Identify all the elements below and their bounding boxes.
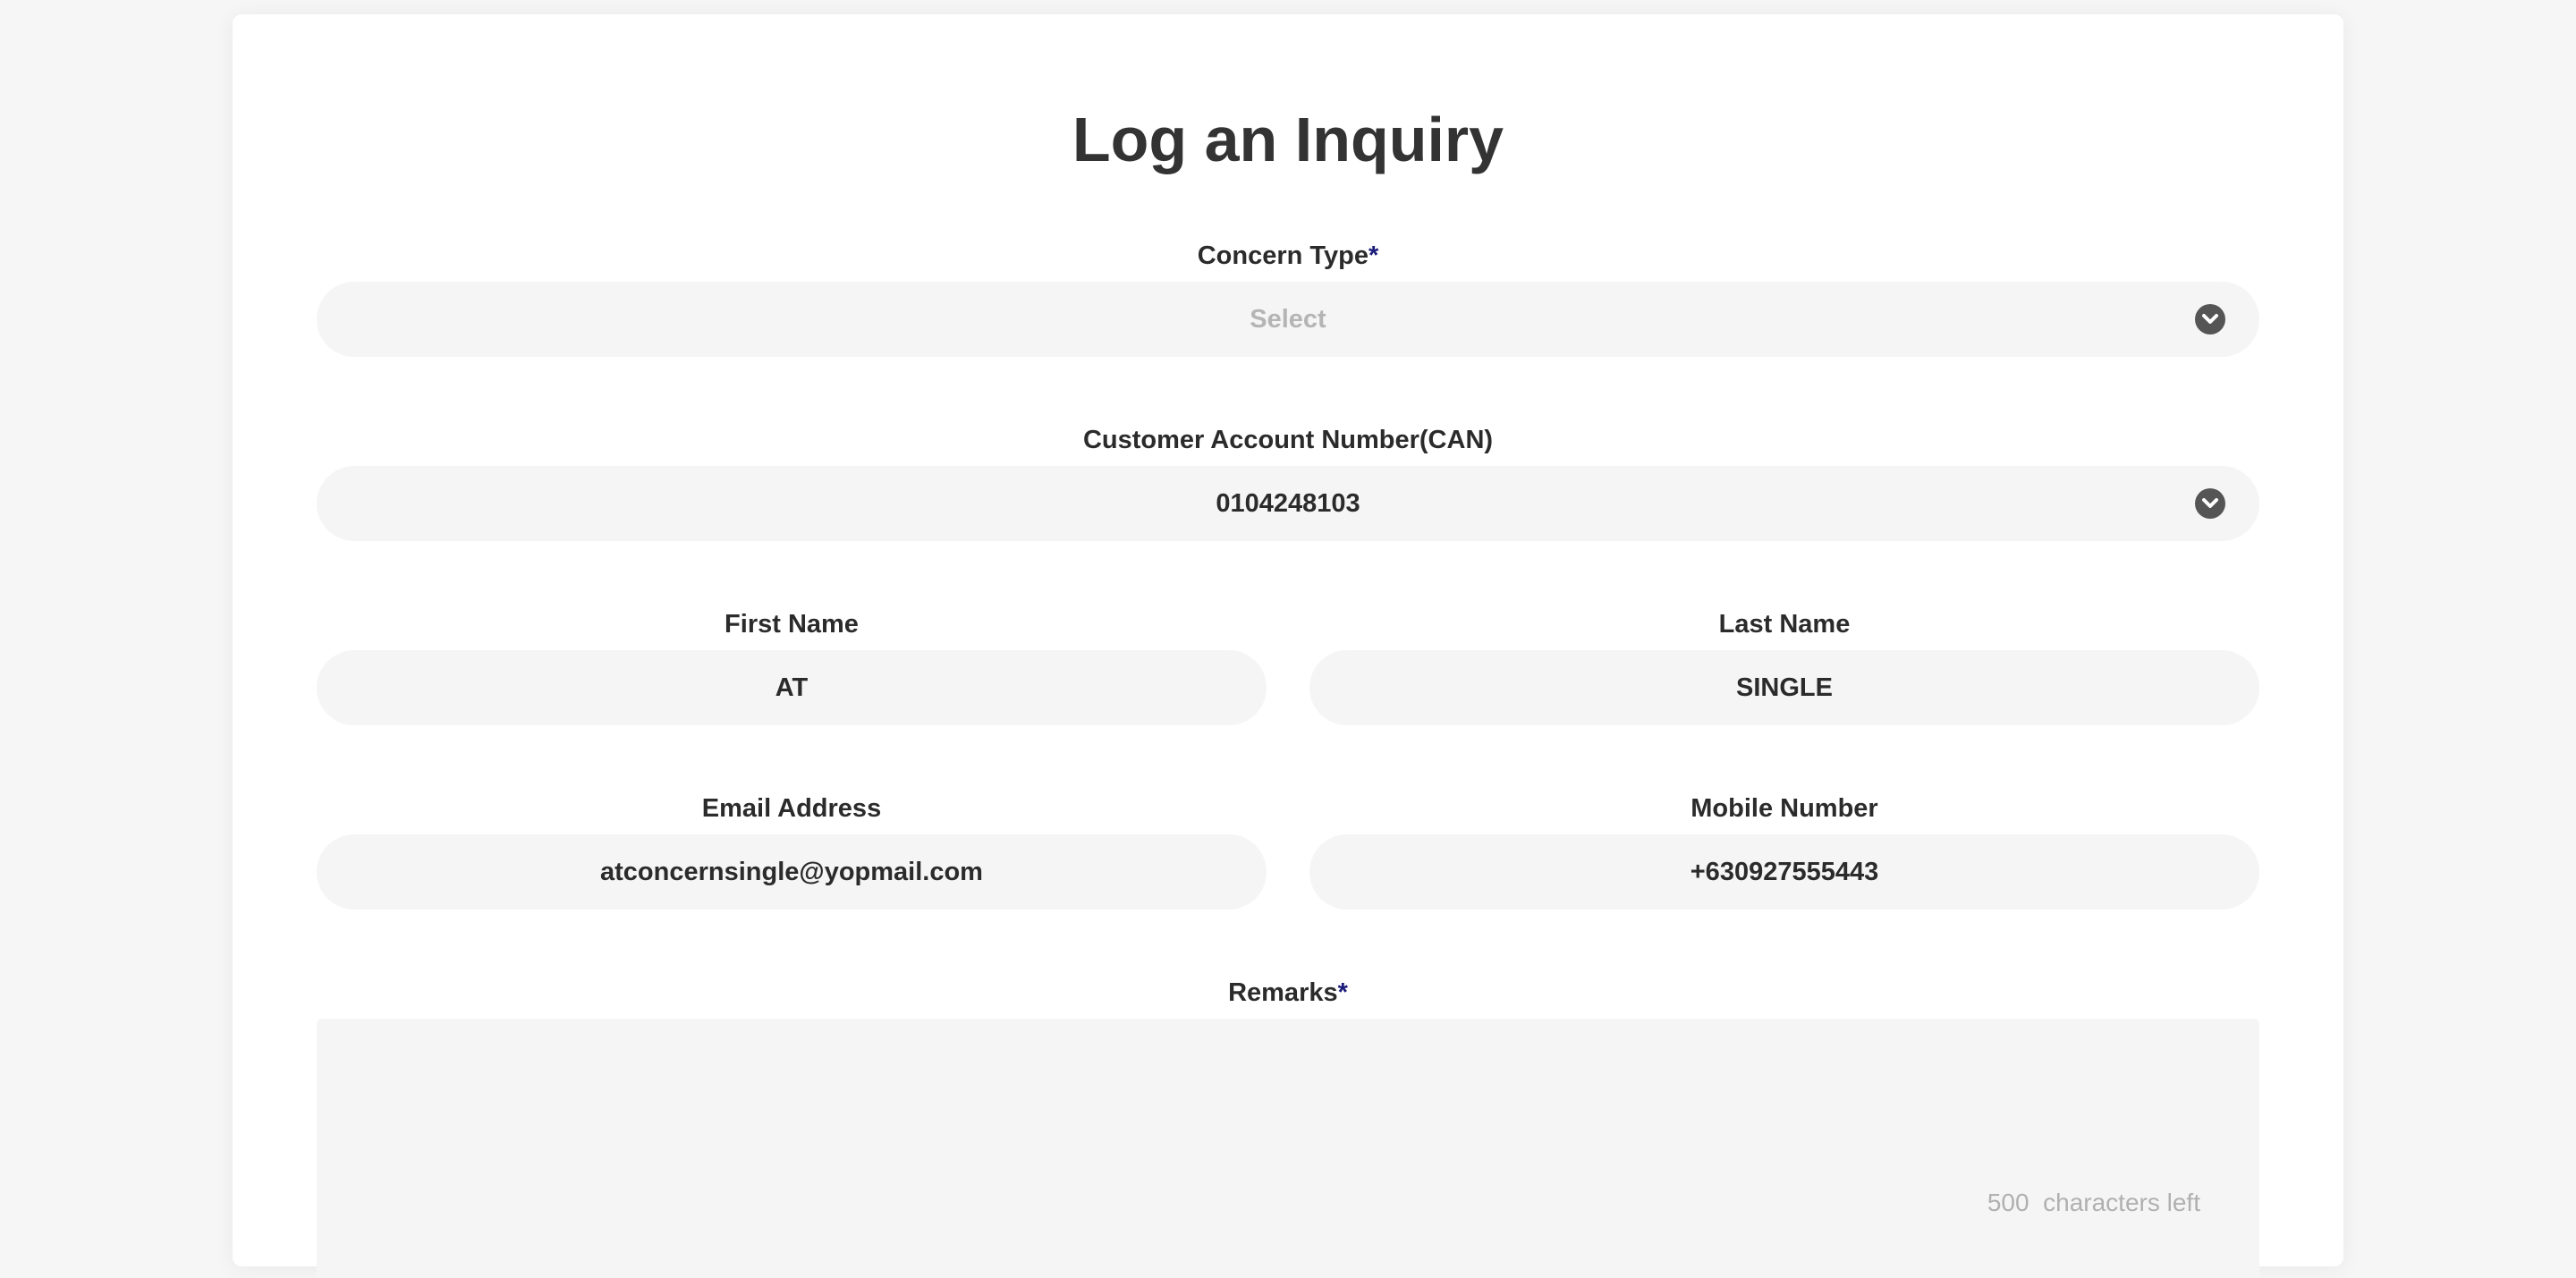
email-label: Email Address	[701, 794, 882, 823]
can-value: 0104248103	[1216, 488, 1360, 518]
concern-type-select[interactable]: Select	[317, 282, 2259, 357]
email-value: atconcernsingle@yopmail.com	[600, 857, 983, 886]
concern-type-placeholder: Select	[1250, 304, 1326, 334]
page-title: Log an Inquiry	[1072, 105, 1504, 174]
inquiry-form-card: Log an Inquiry Concern Type* Select Cust…	[233, 14, 2343, 1278]
chars-left-count: 500	[1987, 1189, 2029, 1216]
concern-type-label-text: Concern Type	[1197, 241, 1368, 270]
chevron-down-icon	[2195, 304, 2225, 334]
chevron-down-icon	[2195, 488, 2225, 519]
can-label: Customer Account Number(CAN)	[1082, 426, 1494, 454]
first-name-label: First Name	[724, 610, 859, 639]
email-field[interactable]: atconcernsingle@yopmail.com	[317, 834, 1267, 910]
last-name-label: Last Name	[1718, 610, 1851, 639]
remarks-label-text: Remarks	[1228, 978, 1338, 1007]
required-mark: *	[1368, 241, 1379, 270]
mobile-value: +630927555443	[1690, 857, 1879, 886]
chars-left-suffix: characters left	[2043, 1189, 2200, 1216]
required-mark: *	[1337, 978, 1348, 1007]
can-select[interactable]: 0104248103	[317, 466, 2259, 541]
mobile-field[interactable]: +630927555443	[1309, 834, 2259, 910]
first-name-value: AT	[775, 673, 809, 702]
remarks-label: Remarks*	[233, 977, 2343, 1009]
last-name-value: SINGLE	[1736, 673, 1833, 702]
first-name-field[interactable]: AT	[317, 650, 1267, 725]
last-name-field[interactable]: SINGLE	[1309, 650, 2259, 725]
concern-type-label: Concern Type*	[233, 240, 2343, 272]
characters-left-counter: 500 characters left	[1987, 1189, 2200, 1217]
mobile-label: Mobile Number	[1690, 794, 1878, 823]
